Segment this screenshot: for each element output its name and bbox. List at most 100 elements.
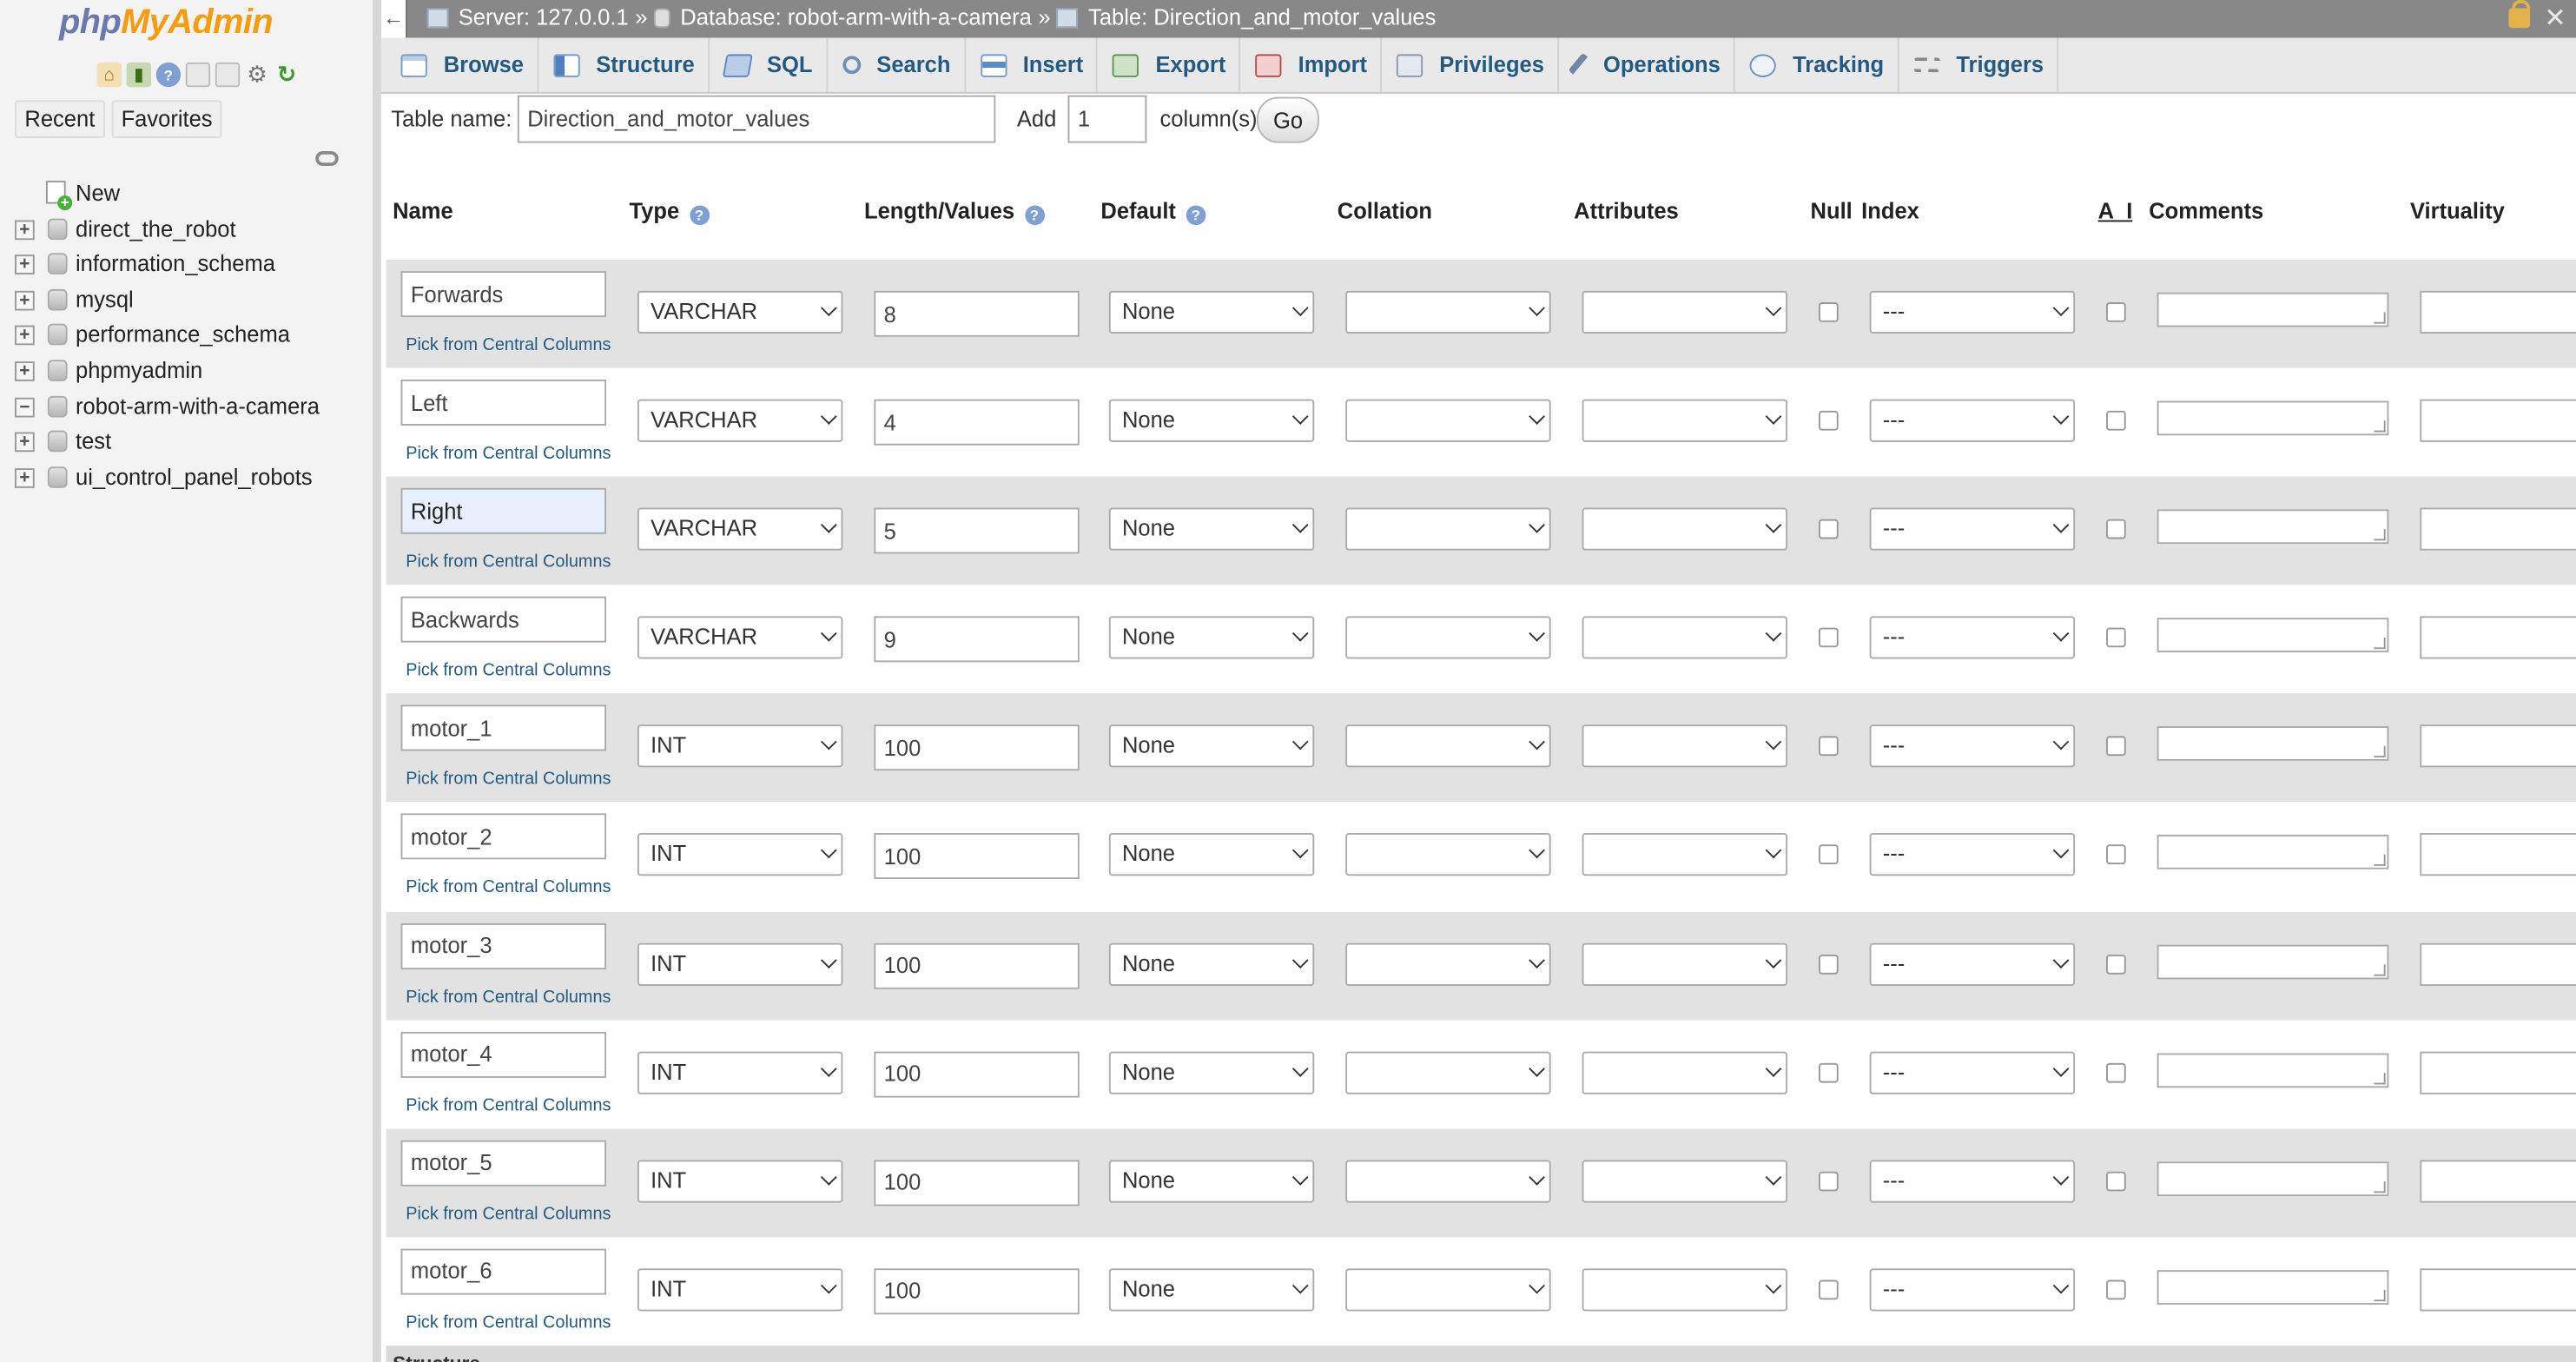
- length-values-input[interactable]: [874, 1159, 1080, 1206]
- index-select[interactable]: ---: [1869, 1268, 2076, 1312]
- tree-item-label[interactable]: New: [76, 181, 120, 205]
- virtuality-select[interactable]: [2420, 290, 2576, 334]
- tab-browse[interactable]: Browse: [386, 37, 539, 92]
- length-values-input[interactable]: [874, 290, 1080, 337]
- type-select[interactable]: VARCHAR: [637, 616, 843, 660]
- virtuality-select[interactable]: [2420, 1159, 2576, 1203]
- tree-item-database[interactable]: + information_schema: [0, 247, 374, 282]
- attributes-select[interactable]: [1582, 1268, 1788, 1312]
- collation-select[interactable]: [1345, 1050, 1551, 1094]
- type-select[interactable]: VARCHAR: [637, 290, 843, 334]
- recent-tab[interactable]: Recent: [15, 100, 105, 138]
- tab-tracking[interactable]: Tracking: [1735, 37, 1899, 92]
- pick-from-central-columns-link[interactable]: Pick from Central Columns: [406, 878, 611, 898]
- type-select[interactable]: INT: [637, 1050, 843, 1094]
- index-select[interactable]: ---: [1869, 507, 2076, 552]
- pick-from-central-columns-link[interactable]: Pick from Central Columns: [406, 1204, 611, 1224]
- go-button[interactable]: Go: [1257, 96, 1319, 143]
- null-checkbox[interactable]: [1819, 1171, 1839, 1191]
- home-icon[interactable]: ⌂: [96, 62, 122, 88]
- collation-select[interactable]: [1345, 1159, 1551, 1203]
- comments-textarea[interactable]: [2157, 618, 2389, 653]
- pick-from-central-columns-link[interactable]: Pick from Central Columns: [406, 552, 611, 572]
- expand-icon[interactable]: +: [15, 361, 35, 381]
- type-select[interactable]: VARCHAR: [637, 399, 843, 443]
- lock-icon[interactable]: [2508, 0, 2531, 29]
- virtuality-select[interactable]: [2420, 724, 2576, 769]
- attributes-select[interactable]: [1582, 1159, 1788, 1203]
- column-name-input[interactable]: [400, 814, 607, 861]
- add-columns-count-input[interactable]: [1067, 95, 1147, 143]
- tree-item-label[interactable]: robot-arm-with-a-camera: [76, 393, 320, 418]
- default-select[interactable]: None: [1108, 1159, 1315, 1203]
- expand-icon[interactable]: +: [15, 290, 35, 311]
- tree-item-database-active[interactable]: − robot-arm-with-a-camera: [0, 388, 374, 424]
- null-checkbox[interactable]: [1819, 845, 1839, 865]
- auto-increment-checkbox[interactable]: [2106, 1171, 2126, 1191]
- logout-icon[interactable]: ▮: [126, 62, 152, 88]
- comments-textarea[interactable]: [2157, 943, 2389, 979]
- nav-resizer[interactable]: [374, 0, 381, 1362]
- collation-select[interactable]: [1345, 399, 1551, 443]
- auto-increment-checkbox[interactable]: [2106, 1062, 2126, 1082]
- collation-select[interactable]: [1345, 290, 1551, 334]
- comments-textarea[interactable]: [2157, 1052, 2389, 1088]
- breadcrumb-database[interactable]: Database: robot-arm-with-a-camera: [680, 5, 1031, 30]
- collapse-nav-arrow-icon[interactable]: ←: [380, 0, 408, 38]
- index-select[interactable]: ---: [1869, 290, 2076, 334]
- collation-select[interactable]: [1345, 724, 1551, 769]
- tab-privileges[interactable]: Privileges: [1382, 37, 1559, 92]
- attributes-select[interactable]: [1582, 833, 1788, 877]
- close-icon[interactable]: ✕: [2544, 2, 2566, 35]
- tab-insert[interactable]: Insert: [965, 37, 1099, 92]
- help-icon[interactable]: ?: [155, 62, 182, 88]
- virtuality-select[interactable]: [2420, 942, 2576, 986]
- virtuality-select[interactable]: [2420, 399, 2576, 443]
- expand-icon[interactable]: +: [15, 432, 35, 453]
- length-values-input[interactable]: [874, 942, 1080, 988]
- index-select[interactable]: ---: [1869, 833, 2076, 877]
- default-select[interactable]: None: [1108, 942, 1315, 986]
- tree-item-label[interactable]: information_schema: [76, 252, 275, 276]
- index-select[interactable]: ---: [1869, 1050, 2076, 1094]
- help-icon[interactable]: ?: [689, 205, 710, 226]
- column-name-input[interactable]: [400, 1031, 607, 1078]
- collapse-icon[interactable]: −: [15, 396, 35, 417]
- null-checkbox[interactable]: [1819, 628, 1839, 648]
- length-values-input[interactable]: [874, 616, 1080, 663]
- breadcrumb-server[interactable]: Server: 127.0.0.1: [459, 5, 629, 30]
- auto-increment-checkbox[interactable]: [2106, 411, 2126, 431]
- null-checkbox[interactable]: [1819, 1279, 1839, 1299]
- index-select[interactable]: ---: [1869, 724, 2076, 769]
- default-select[interactable]: None: [1108, 833, 1315, 877]
- reload-icon[interactable]: ↻: [274, 61, 299, 87]
- tree-item-label[interactable]: test: [76, 429, 111, 453]
- tab-sql[interactable]: SQL: [710, 37, 828, 92]
- attributes-select[interactable]: [1582, 290, 1788, 334]
- default-select[interactable]: None: [1108, 399, 1315, 443]
- attributes-select[interactable]: [1582, 507, 1788, 552]
- column-name-input[interactable]: [400, 922, 607, 969]
- column-name-input[interactable]: [400, 380, 607, 426]
- collation-select[interactable]: [1345, 507, 1551, 552]
- length-values-input[interactable]: [874, 399, 1080, 446]
- tab-operations[interactable]: Operations: [1559, 37, 1735, 92]
- virtuality-select[interactable]: [2420, 833, 2576, 877]
- attributes-select[interactable]: [1582, 616, 1788, 660]
- default-select[interactable]: None: [1108, 616, 1315, 660]
- column-name-input[interactable]: [400, 705, 607, 752]
- pick-from-central-columns-link[interactable]: Pick from Central Columns: [406, 1095, 611, 1115]
- null-checkbox[interactable]: [1819, 737, 1839, 757]
- help-icon[interactable]: ?: [1024, 205, 1045, 226]
- documentation-icon[interactable]: [185, 62, 211, 88]
- length-values-input[interactable]: [874, 507, 1080, 554]
- virtuality-select[interactable]: [2420, 1050, 2576, 1094]
- tree-item-database[interactable]: + phpmyadmin: [0, 354, 374, 389]
- index-select[interactable]: ---: [1869, 616, 2076, 660]
- tree-item-database[interactable]: + performance_schema: [0, 318, 374, 354]
- help-icon[interactable]: ?: [1186, 205, 1205, 226]
- default-select[interactable]: None: [1108, 1268, 1315, 1312]
- expand-icon[interactable]: +: [15, 219, 35, 240]
- virtuality-select[interactable]: [2420, 1268, 2576, 1312]
- null-checkbox[interactable]: [1819, 954, 1839, 974]
